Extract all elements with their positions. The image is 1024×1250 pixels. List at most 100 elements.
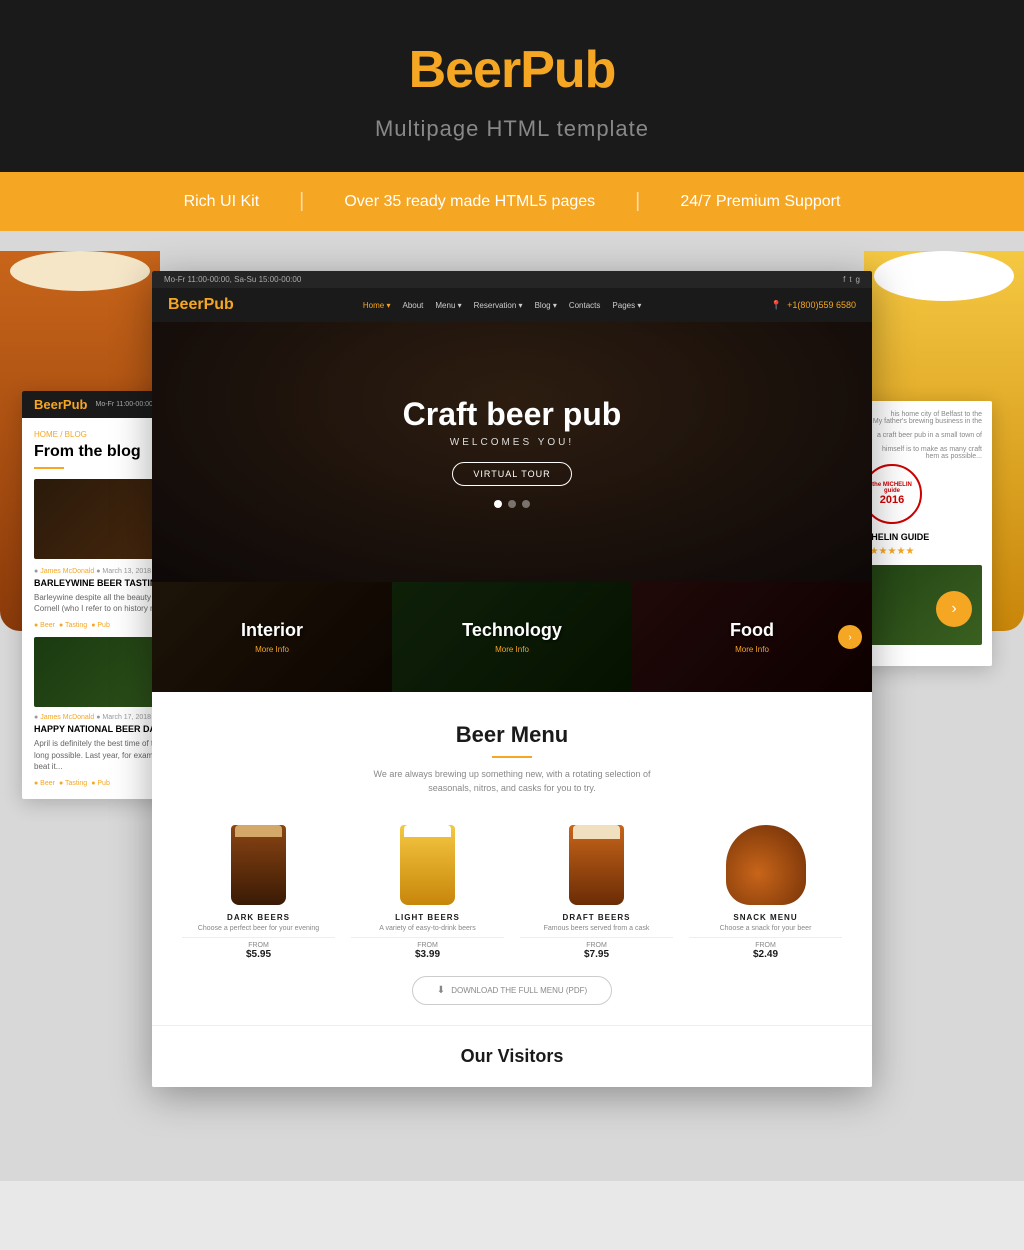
beer-menu-section: Beer Menu We are always brewing up somet… [152, 692, 872, 1025]
light-beer-name: LIGHT BEERS [351, 913, 504, 922]
beer-card-light: LIGHT BEERS A variety of easy-to-drink b… [351, 815, 504, 960]
snack-name: SNACK MENU [689, 913, 842, 922]
download-menu-button[interactable]: ⬇ DOWNLOAD THE FULL MENU (PDF) [412, 976, 612, 1005]
draft-beer-divider [520, 937, 673, 938]
snack-visual [726, 825, 806, 905]
light-beer-price-label: FROM [351, 942, 504, 949]
mockup-wrapper: BeerPub Mo-Fr 11:00-00:00, Sa-Su 15:00-0… [152, 271, 872, 1087]
tag-2: ● Tasting [59, 622, 87, 629]
snack-divider [689, 937, 842, 938]
features-bar: Rich UI Kit | Over 35 ready made HTML5 p… [0, 172, 1024, 231]
arrow-button[interactable]: › [936, 591, 972, 627]
beer-menu-underline [492, 756, 532, 758]
draft-beer-image [557, 815, 637, 905]
nav-phone: 📍 +1(800)559 6580 [770, 300, 856, 311]
tag-1: ● Beer [34, 622, 55, 629]
nav-about[interactable]: About [402, 301, 423, 310]
beer-card-snack: SNACK MENU Choose a snack for your beer … [689, 815, 842, 960]
mockup-hours: Mo-Fr 11:00-00:00, Sa-Su 15:00-00:00 [164, 275, 301, 284]
feature-box-food-arrow[interactable]: › [838, 625, 862, 649]
draft-beer-price-label: FROM [520, 942, 673, 949]
beer-grid: DARK BEERS Choose a perfect beer for you… [172, 815, 852, 960]
download-icon: ⬇ [437, 985, 445, 996]
hero-section: Craft beer pub WELCOMES YOU! VIRTUAL TOU… [152, 322, 872, 582]
dark-beer-name: DARK BEERS [182, 913, 335, 922]
nav-menu[interactable]: Menu ▾ [435, 301, 461, 310]
dark-beer-price: $5.95 [182, 949, 335, 960]
top-header: BeerPub Multipage HTML template [0, 0, 1024, 172]
blog-title-underline [34, 467, 64, 469]
mockup-nav: BeerPub Home ▾ About Menu ▾ Reservation … [152, 288, 872, 322]
hero-cta-button[interactable]: VIRTUAL TOUR [452, 462, 571, 486]
dark-beer-desc: Choose a perfect beer for your evening [182, 924, 335, 933]
nav-reservation[interactable]: Reservation ▾ [474, 301, 523, 310]
snack-price-label: FROM [689, 942, 842, 949]
feature-box-technology[interactable]: Technology More Info [392, 582, 632, 692]
nav-home[interactable]: Home ▾ [363, 301, 391, 310]
feature-3: 24/7 Premium Support [640, 193, 880, 211]
social-twitter-icon[interactable]: t [849, 275, 851, 284]
beer-card-dark: DARK BEERS Choose a perfect beer for you… [182, 815, 335, 960]
nav-pages[interactable]: Pages ▾ [612, 301, 641, 310]
hero-dot-1[interactable] [494, 500, 502, 508]
dark-beer-glass [231, 825, 286, 905]
nav-contacts[interactable]: Contacts [569, 301, 601, 310]
light-beer-desc: A variety of easy-to-drink beers [351, 924, 504, 933]
hero-dot-3[interactable] [522, 500, 530, 508]
main-logo: BeerPub [20, 40, 1004, 100]
feature-box-technology-link[interactable]: More Info [495, 645, 529, 654]
draft-beer-glass [569, 825, 624, 905]
logo-accent: Pub [520, 41, 615, 99]
logo-text: Beer [409, 41, 521, 99]
snack-price: $2.49 [689, 949, 842, 960]
snack-image [726, 815, 806, 905]
feature-1: Rich UI Kit [144, 193, 300, 211]
draft-beer-name: DRAFT BEERS [520, 913, 673, 922]
beer-menu-title: Beer Menu [172, 722, 852, 748]
feature-box-technology-title: Technology [462, 620, 562, 641]
feature-boxes: Interior More Info Technology More Info … [152, 582, 872, 692]
phone-icon: 📍 [770, 300, 781, 310]
nav-blog[interactable]: Blog ▾ [535, 301, 557, 310]
dark-beer-price-label: FROM [182, 942, 335, 949]
nav-logo: BeerPub [168, 296, 234, 314]
visitors-section: Our Visitors [152, 1025, 872, 1087]
snack-desc: Choose a snack for your beer [689, 924, 842, 933]
social-facebook-icon[interactable]: f [843, 275, 845, 284]
blog-card-logo: BeerPub [34, 397, 87, 412]
beer-menu-desc: We are always brewing up something new, … [362, 768, 662, 795]
tag-tasting: ● Tasting [59, 780, 87, 787]
feature-box-interior-link[interactable]: More Info [255, 645, 289, 654]
hero-title: Craft beer pub [403, 396, 622, 433]
light-beer-price: $3.99 [351, 949, 504, 960]
feature-2: Over 35 ready made HTML5 pages [304, 193, 635, 211]
main-content: BeerPub Mo-Fr 11:00-00:00, Sa-Su 15:00-0… [0, 231, 1024, 1181]
light-beer-image [388, 815, 468, 905]
hero-subtitle: WELCOMES YOU! [403, 437, 622, 448]
tagline: Multipage HTML template [20, 116, 1004, 142]
hero-dot-2[interactable] [508, 500, 516, 508]
hero-dots [403, 500, 622, 508]
michelin-year: 2016 [880, 494, 904, 506]
light-beer-divider [351, 937, 504, 938]
feature-box-food-link[interactable]: More Info [735, 645, 769, 654]
mockup-social: f t g [843, 275, 860, 284]
beer-card-draft: DRAFT BEERS Famous beers served from a c… [520, 815, 673, 960]
light-beer-glass [400, 825, 455, 905]
dark-beer-image [219, 815, 299, 905]
feature-box-food-title: Food [730, 620, 774, 641]
visitors-title: Our Visitors [172, 1046, 852, 1067]
tag-3: ● Pub [91, 622, 110, 629]
feature-box-interior-title: Interior [241, 620, 303, 641]
draft-beer-desc: Famous beers served from a cask [520, 924, 673, 933]
social-gplus-icon[interactable]: g [856, 275, 860, 284]
hero-content: Craft beer pub WELCOMES YOU! VIRTUAL TOU… [403, 396, 622, 508]
tag-beer: ● Beer [34, 780, 55, 787]
dark-beer-divider [182, 937, 335, 938]
draft-beer-price: $7.95 [520, 949, 673, 960]
download-menu-label: DOWNLOAD THE FULL MENU (PDF) [451, 986, 587, 995]
mockup-topbar: Mo-Fr 11:00-00:00, Sa-Su 15:00-00:00 f t… [152, 271, 872, 288]
feature-box-interior[interactable]: Interior More Info [152, 582, 392, 692]
feature-box-food[interactable]: Food More Info › [632, 582, 872, 692]
website-mockup: Mo-Fr 11:00-00:00, Sa-Su 15:00-00:00 f t… [152, 271, 872, 1087]
